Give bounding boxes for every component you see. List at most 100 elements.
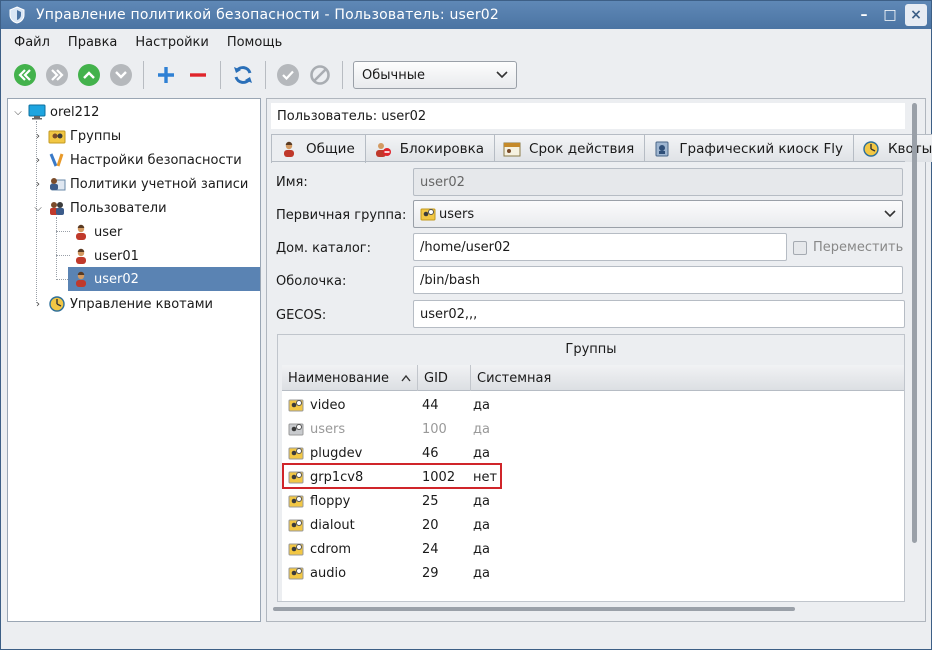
horizontal-scrollbar[interactable]: [273, 607, 795, 611]
chevron-down-icon[interactable]: ⌵: [12, 107, 24, 118]
chevron-down-icon: [496, 71, 508, 79]
user-icon: [72, 270, 90, 288]
chevron-down-icon[interactable]: ⌵: [32, 203, 44, 214]
home-dir-value: /home/user02: [420, 239, 511, 255]
chevron-right-icon[interactable]: ›: [32, 179, 44, 190]
last-icon: [46, 64, 68, 86]
tree-label: Настройки безопасности: [70, 152, 242, 168]
chevron-right-icon[interactable]: ›: [32, 131, 44, 142]
table-row[interactable]: floppy 25 да: [282, 489, 591, 513]
column-name[interactable]: Наименование: [282, 365, 418, 391]
column-name-label: Наименование: [288, 370, 390, 386]
tree-item-groups[interactable]: › Группы: [32, 125, 121, 147]
menu-help[interactable]: Помощь: [218, 35, 291, 50]
primary-group-select[interactable]: users: [413, 200, 903, 228]
tab-label: Графический киоск Fly: [679, 140, 843, 157]
add-button[interactable]: [152, 61, 180, 89]
title-bar[interactable]: Управление политикой безопасности - Поль…: [1, 1, 931, 29]
chevron-right-icon[interactable]: ›: [32, 299, 44, 310]
column-gid[interactable]: GID: [418, 365, 471, 391]
cell-system: да: [473, 517, 490, 533]
tab-lock[interactable]: Блокировка: [364, 134, 496, 162]
app-window: Управление политикой безопасности - Поль…: [0, 0, 932, 650]
chevron-right-icon[interactable]: ›: [32, 155, 44, 166]
gecos-input[interactable]: user02,,,: [413, 300, 905, 328]
move-home-checkbox[interactable]: Переместить: [793, 240, 903, 255]
cell-gid: 24: [422, 541, 439, 557]
table-row[interactable]: users 100 да: [282, 417, 591, 441]
tab-fly-kiosk[interactable]: Графический киоск Fly: [644, 134, 854, 162]
up-icon: [78, 64, 100, 86]
table-row[interactable]: cdrom 24 да: [282, 537, 591, 561]
shield-icon: [8, 6, 26, 24]
up-button[interactable]: [75, 61, 103, 89]
tab-label: Блокировка: [399, 140, 485, 157]
calendar-icon: [503, 140, 521, 158]
group-icon: [288, 543, 304, 556]
chevron-down-icon: [884, 210, 896, 218]
table-row[interactable]: dialout 20 да: [282, 513, 591, 537]
groups-title: Группы: [565, 341, 617, 357]
tree-item-users[interactable]: ⌵ Пользователи: [32, 197, 166, 219]
account-policy-icon: [48, 175, 66, 193]
tab-general[interactable]: Общие: [271, 134, 366, 163]
move-home-label: Переместить: [813, 240, 904, 255]
tab-bar: Общие Блокировка Срок действия Графическ…: [271, 134, 932, 163]
remove-button[interactable]: [184, 61, 212, 89]
tree-item-user02[interactable]: user02: [68, 267, 260, 291]
tree-item-account-policies[interactable]: › Политики учетной записи: [32, 173, 248, 195]
tree-root-orel212[interactable]: ⌵ orel212: [12, 101, 99, 123]
shell-value: /bin/bash: [420, 272, 481, 288]
user-lock-icon: [374, 140, 392, 158]
group-icon: [288, 423, 304, 436]
table-row[interactable]: video 44 да: [282, 393, 591, 417]
last-button[interactable]: [43, 61, 71, 89]
name-field: user02: [413, 168, 903, 196]
highlight-box: [282, 463, 502, 489]
groups-table: Наименование GID Системная video 44 да user…: [282, 365, 904, 601]
mode-select[interactable]: Обычные: [353, 61, 517, 89]
menu-file[interactable]: Файл: [5, 35, 59, 50]
first-button[interactable]: [11, 61, 39, 89]
down-icon: [110, 64, 132, 86]
group-icon: [420, 208, 436, 221]
minimize-button[interactable]: –: [853, 4, 875, 26]
cell-name: floppy: [282, 489, 418, 513]
refresh-button[interactable]: [229, 61, 257, 89]
cell-system: да: [473, 493, 490, 509]
tab-general-content: Имя: user02 Первичная группа: users Дом.…: [271, 161, 905, 602]
tab-quotas[interactable]: Квоты: [852, 134, 932, 162]
cell-name: plugdev: [282, 441, 418, 465]
tab-expiration[interactable]: Срок действия: [494, 134, 646, 162]
tree-item-quota-management[interactable]: › Управление квотами: [32, 293, 213, 315]
cell-system: да: [473, 541, 490, 557]
tree-item-user[interactable]: user: [68, 221, 122, 243]
tree-label: user: [94, 224, 123, 240]
menu-edit[interactable]: Правка: [59, 35, 126, 50]
user-icon: [280, 140, 298, 158]
table-row[interactable]: plugdev 46 да: [282, 441, 591, 465]
maximize-button[interactable]: □: [879, 4, 901, 26]
home-dir-input[interactable]: /home/user02: [413, 233, 787, 261]
table-header: Наименование GID Системная: [282, 365, 904, 391]
close-button[interactable]: ×: [905, 4, 927, 26]
cell-name: cdrom: [282, 537, 418, 561]
tree-item-user01[interactable]: user01: [68, 245, 139, 267]
apply-button[interactable]: [274, 61, 302, 89]
checkbox-box[interactable]: [793, 240, 807, 255]
toolbar-separator: [220, 61, 221, 89]
vertical-scrollbar[interactable]: [912, 103, 917, 543]
down-button[interactable]: [107, 61, 135, 89]
group-icon: [288, 519, 304, 532]
cell-name: video: [282, 393, 418, 417]
table-row[interactable]: audio 29 да: [282, 561, 591, 585]
tree-item-security-settings[interactable]: › Настройки безопасности: [32, 149, 242, 171]
shell-input[interactable]: /bin/bash: [413, 266, 903, 294]
navigation-tree: ⌵ orel212 › Группы › Настройки безопасно…: [7, 98, 261, 622]
cancel-button[interactable]: [306, 61, 334, 89]
group-name: video: [310, 397, 346, 413]
menu-settings[interactable]: Настройки: [126, 35, 217, 50]
group-name: users: [310, 421, 346, 437]
column-system[interactable]: Системная: [471, 365, 904, 391]
tree-label: Управление квотами: [70, 296, 213, 312]
